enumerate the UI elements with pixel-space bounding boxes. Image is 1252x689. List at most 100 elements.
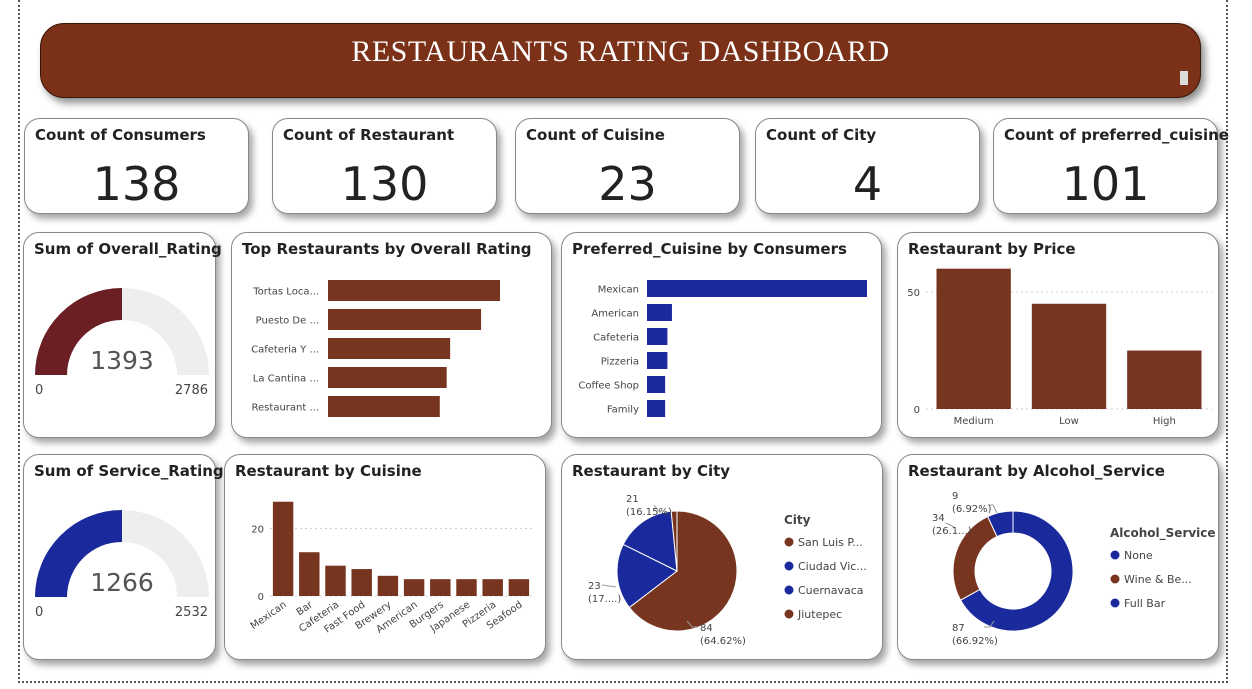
cuisine-chart: 020Mexican BarCafeteriaFast FoodBreweryAm… bbox=[249, 501, 532, 636]
kpi-card-preferred-cuisine[interactable]: Count of preferred_cuisine 101 bbox=[993, 118, 1229, 214]
bar bbox=[377, 575, 399, 596]
legend-marker bbox=[1110, 598, 1120, 608]
resize-handle-icon[interactable] bbox=[1180, 71, 1188, 85]
category-label: Restaurant ... bbox=[252, 403, 319, 414]
category-label: Cafeteria bbox=[593, 333, 639, 344]
legend-item: Ciudad Vic... bbox=[798, 560, 867, 573]
category-label: Coffee Shop bbox=[578, 381, 639, 392]
category-label: Mexican bbox=[249, 599, 289, 632]
bar bbox=[272, 501, 294, 596]
legend-marker bbox=[784, 537, 794, 547]
y-tick-label: 0 bbox=[914, 405, 920, 416]
bar bbox=[299, 552, 320, 596]
data-label: 23 bbox=[588, 581, 601, 592]
category-label: Puesto De ... bbox=[256, 316, 319, 327]
bar bbox=[647, 376, 666, 393]
bar bbox=[456, 579, 477, 596]
top-restaurants-chart: Tortas Loca... Puesto De ... Cafeteria Y .… bbox=[251, 280, 500, 417]
kpi-value: 23 bbox=[598, 157, 657, 211]
category-label: Pizzeria bbox=[601, 357, 639, 368]
overall-rating-gauge-card[interactable]: Sum of Overall_Rating 1393 0 2786 bbox=[23, 232, 222, 438]
kpi-card-cuisine[interactable]: Count of Cuisine 23 bbox=[515, 118, 740, 214]
bar bbox=[403, 579, 425, 596]
kpi-value: 101 bbox=[1061, 157, 1150, 211]
price-chart-card[interactable]: Restaurant by Price 0 50 Medium Low High bbox=[897, 232, 1219, 438]
bar bbox=[328, 367, 447, 388]
dashboard-title: RESTAURANTS RATING DASHBOARD bbox=[351, 35, 890, 68]
bar bbox=[328, 280, 500, 301]
legend-marker bbox=[784, 585, 794, 595]
bar bbox=[936, 268, 1011, 409]
gauge-min-label: 0 bbox=[35, 605, 43, 620]
legend-item: None bbox=[1124, 549, 1153, 562]
y-tick-label: 50 bbox=[907, 288, 920, 299]
legend-item: Cuernavaca bbox=[798, 584, 864, 597]
kpi-label: Count of City bbox=[766, 126, 877, 144]
kpi-label: Count of Cuisine bbox=[526, 126, 665, 144]
leader-line bbox=[601, 584, 617, 588]
legend-title: City bbox=[784, 513, 811, 527]
category-label: Cafeteria Y ... bbox=[251, 345, 319, 356]
data-label-pct: (26.1...) bbox=[932, 526, 972, 537]
service-rating-gauge: 1266 0 2532 bbox=[35, 510, 209, 620]
legend-item: Full Bar bbox=[1124, 597, 1166, 610]
data-label-pct: (17....) bbox=[588, 594, 621, 605]
data-label: 9 bbox=[952, 491, 958, 502]
bar bbox=[1127, 350, 1202, 409]
kpi-card-city[interactable]: Count of City 4 bbox=[755, 118, 980, 214]
city-chart-card[interactable]: Restaurant by City 84 (64.62%) 23 (17....) 2… bbox=[561, 454, 883, 660]
preferred-cuisine-chart-card[interactable]: Preferred_Cuisine by Consumers Mexican Am… bbox=[561, 232, 882, 438]
category-label: Low bbox=[1059, 416, 1079, 427]
legend-marker bbox=[784, 609, 794, 619]
category-label: Tortas Loca... bbox=[252, 287, 319, 298]
legend-item: Jiutepec bbox=[797, 608, 842, 621]
data-label-pct: (66.92%) bbox=[952, 636, 998, 647]
category-label: Mexican bbox=[598, 285, 639, 296]
bar bbox=[430, 579, 451, 596]
bar bbox=[1031, 303, 1107, 409]
category-label: American bbox=[591, 309, 639, 320]
data-label-pct: (6.92%) bbox=[952, 504, 992, 515]
preferred-cuisine-chart: Mexican American Cafeteria Pizzeria Coffee S… bbox=[578, 280, 867, 417]
bar bbox=[647, 328, 668, 345]
legend-item: Wine & Be... bbox=[1124, 573, 1192, 586]
alcohol-chart-card[interactable]: Restaurant by Alcohol_Service 87 (66.92%)… bbox=[897, 454, 1219, 660]
kpi-card-restaurants[interactable]: Count of Restaurant 130 bbox=[272, 118, 497, 214]
bar bbox=[647, 280, 867, 297]
bar bbox=[647, 400, 666, 417]
gauge-max-label: 2532 bbox=[175, 605, 208, 620]
bar bbox=[328, 396, 440, 417]
bar bbox=[351, 569, 372, 596]
y-tick-label: 20 bbox=[251, 525, 264, 536]
data-label-pct: (64.62%) bbox=[700, 636, 746, 647]
bar bbox=[508, 579, 530, 596]
gauge-min-label: 0 bbox=[35, 383, 43, 398]
legend-marker bbox=[1110, 574, 1120, 584]
y-tick-label: 0 bbox=[258, 592, 264, 603]
bar bbox=[647, 352, 668, 369]
data-label: 87 bbox=[952, 623, 965, 634]
category-label: Medium bbox=[954, 416, 994, 427]
kpi-value: 4 bbox=[852, 157, 883, 211]
kpi-value: 138 bbox=[92, 157, 181, 211]
kpi-label: Count of Consumers bbox=[35, 126, 206, 144]
legend-title: Alcohol_Service bbox=[1110, 526, 1216, 541]
bar bbox=[328, 309, 482, 330]
alcohol-donut-chart: 87 (66.92%) 34 (26.1...) 9 (6.92%) Alcohol_Ser… bbox=[932, 491, 1216, 647]
kpi-label: Count of preferred_cuisine bbox=[1004, 126, 1229, 144]
bar bbox=[482, 579, 503, 596]
bar bbox=[325, 565, 346, 596]
kpi-card-consumers[interactable]: Count of Consumers 138 bbox=[24, 118, 249, 214]
city-pie-chart: 84 (64.62%) 23 (17....) 21 (16.15%) City San Lu… bbox=[588, 494, 867, 647]
category-label: Family bbox=[607, 405, 639, 416]
gauge-max-label: 2786 bbox=[175, 383, 208, 398]
price-chart: 0 50 Medium Low High bbox=[907, 268, 1212, 427]
gauge-value: 1266 bbox=[90, 568, 154, 597]
data-label-pct: (16.15%) bbox=[626, 507, 672, 518]
service-rating-gauge-card[interactable]: Sum of Service_Rating 1266 0 2532 bbox=[23, 454, 224, 660]
cuisine-chart-card[interactable]: Restaurant by Cuisine 0 20 Mexican Bar Cafet… bbox=[224, 454, 546, 660]
dashboard-header: RESTAURANTS RATING DASHBOARD bbox=[40, 23, 1201, 98]
category-label: La Cantina ... bbox=[253, 374, 319, 385]
data-label: 84 bbox=[700, 623, 713, 634]
top-restaurants-chart-card[interactable]: Top Restaurants by Overall Rating Tortas… bbox=[231, 232, 552, 438]
